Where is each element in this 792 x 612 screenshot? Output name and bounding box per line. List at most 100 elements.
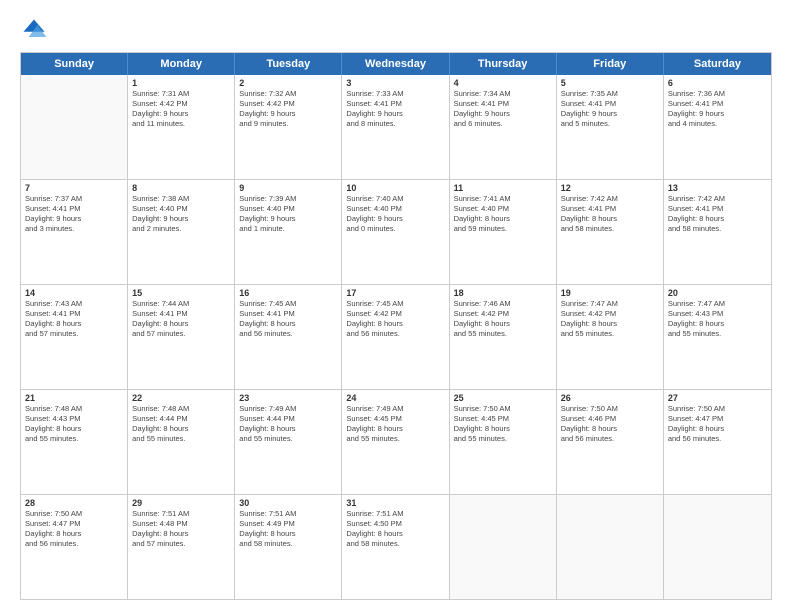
day-number: 13 bbox=[668, 183, 767, 193]
day-header-thursday: Thursday bbox=[450, 53, 557, 75]
logo bbox=[20, 16, 52, 44]
cell-line: Daylight: 9 hours bbox=[239, 214, 337, 224]
cell-line: and 9 minutes. bbox=[239, 119, 337, 129]
day-header-wednesday: Wednesday bbox=[342, 53, 449, 75]
cell-line: and 5 minutes. bbox=[561, 119, 659, 129]
day-number: 11 bbox=[454, 183, 552, 193]
cell-line: and 55 minutes. bbox=[132, 434, 230, 444]
cal-cell: 8Sunrise: 7:38 AMSunset: 4:40 PMDaylight… bbox=[128, 180, 235, 284]
cal-cell: 28Sunrise: 7:50 AMSunset: 4:47 PMDayligh… bbox=[21, 495, 128, 599]
day-number: 6 bbox=[668, 78, 767, 88]
cell-line: Sunset: 4:49 PM bbox=[239, 519, 337, 529]
cell-line: Sunrise: 7:31 AM bbox=[132, 89, 230, 99]
cell-line: Sunrise: 7:50 AM bbox=[25, 509, 123, 519]
cell-line: Sunset: 4:47 PM bbox=[25, 519, 123, 529]
cal-cell: 23Sunrise: 7:49 AMSunset: 4:44 PMDayligh… bbox=[235, 390, 342, 494]
cell-line: and 55 minutes. bbox=[668, 329, 767, 339]
week-row-3: 14Sunrise: 7:43 AMSunset: 4:41 PMDayligh… bbox=[21, 285, 771, 390]
day-header-friday: Friday bbox=[557, 53, 664, 75]
cal-cell bbox=[664, 495, 771, 599]
cell-line: Sunrise: 7:51 AM bbox=[132, 509, 230, 519]
cell-line: Sunrise: 7:51 AM bbox=[239, 509, 337, 519]
week-row-4: 21Sunrise: 7:48 AMSunset: 4:43 PMDayligh… bbox=[21, 390, 771, 495]
cal-cell: 26Sunrise: 7:50 AMSunset: 4:46 PMDayligh… bbox=[557, 390, 664, 494]
cell-line: and 8 minutes. bbox=[346, 119, 444, 129]
cell-line: and 56 minutes. bbox=[346, 329, 444, 339]
cell-line: Sunset: 4:42 PM bbox=[561, 309, 659, 319]
cell-line: and 55 minutes. bbox=[454, 434, 552, 444]
cell-line: Daylight: 8 hours bbox=[346, 319, 444, 329]
cell-line: Sunset: 4:41 PM bbox=[25, 309, 123, 319]
cell-line: Sunset: 4:42 PM bbox=[132, 99, 230, 109]
cell-line: Sunrise: 7:49 AM bbox=[239, 404, 337, 414]
cell-line: Sunset: 4:41 PM bbox=[132, 309, 230, 319]
cell-line: and 56 minutes. bbox=[561, 434, 659, 444]
cell-line: Daylight: 9 hours bbox=[561, 109, 659, 119]
cal-cell: 1Sunrise: 7:31 AMSunset: 4:42 PMDaylight… bbox=[128, 75, 235, 179]
cell-line: and 3 minutes. bbox=[25, 224, 123, 234]
cell-line: and 58 minutes. bbox=[561, 224, 659, 234]
cell-line: and 1 minute. bbox=[239, 224, 337, 234]
week-row-2: 7Sunrise: 7:37 AMSunset: 4:41 PMDaylight… bbox=[21, 180, 771, 285]
day-number: 2 bbox=[239, 78, 337, 88]
cell-line: Sunrise: 7:32 AM bbox=[239, 89, 337, 99]
cell-line: Daylight: 8 hours bbox=[25, 319, 123, 329]
cell-line: and 58 minutes. bbox=[239, 539, 337, 549]
cell-line: and 0 minutes. bbox=[346, 224, 444, 234]
cal-cell: 2Sunrise: 7:32 AMSunset: 4:42 PMDaylight… bbox=[235, 75, 342, 179]
day-header-saturday: Saturday bbox=[664, 53, 771, 75]
cal-cell: 24Sunrise: 7:49 AMSunset: 4:45 PMDayligh… bbox=[342, 390, 449, 494]
day-number: 20 bbox=[668, 288, 767, 298]
cell-line: Sunset: 4:42 PM bbox=[239, 99, 337, 109]
day-number: 26 bbox=[561, 393, 659, 403]
cell-line: Daylight: 8 hours bbox=[668, 424, 767, 434]
cell-line: Sunset: 4:42 PM bbox=[454, 309, 552, 319]
cell-line: Sunset: 4:44 PM bbox=[132, 414, 230, 424]
cell-line: and 55 minutes. bbox=[239, 434, 337, 444]
day-number: 9 bbox=[239, 183, 337, 193]
cell-line: Daylight: 8 hours bbox=[561, 424, 659, 434]
cal-cell bbox=[450, 495, 557, 599]
cell-line: Sunset: 4:41 PM bbox=[561, 99, 659, 109]
cell-line: and 55 minutes. bbox=[454, 329, 552, 339]
day-number: 3 bbox=[346, 78, 444, 88]
cell-line: and 55 minutes. bbox=[561, 329, 659, 339]
cell-line: Sunset: 4:41 PM bbox=[668, 99, 767, 109]
cell-line: Sunrise: 7:43 AM bbox=[25, 299, 123, 309]
calendar: SundayMondayTuesdayWednesdayThursdayFrid… bbox=[20, 52, 772, 600]
cell-line: Sunset: 4:41 PM bbox=[454, 99, 552, 109]
cal-cell: 5Sunrise: 7:35 AMSunset: 4:41 PMDaylight… bbox=[557, 75, 664, 179]
page: SundayMondayTuesdayWednesdayThursdayFrid… bbox=[0, 0, 792, 612]
cell-line: Sunset: 4:40 PM bbox=[239, 204, 337, 214]
cell-line: Sunrise: 7:47 AM bbox=[561, 299, 659, 309]
cell-line: Sunrise: 7:50 AM bbox=[454, 404, 552, 414]
cell-line: Sunset: 4:41 PM bbox=[346, 99, 444, 109]
cell-line: Daylight: 9 hours bbox=[132, 109, 230, 119]
cell-line: and 59 minutes. bbox=[454, 224, 552, 234]
cell-line: Daylight: 8 hours bbox=[454, 214, 552, 224]
cal-cell: 31Sunrise: 7:51 AMSunset: 4:50 PMDayligh… bbox=[342, 495, 449, 599]
cal-cell: 18Sunrise: 7:46 AMSunset: 4:42 PMDayligh… bbox=[450, 285, 557, 389]
day-number: 25 bbox=[454, 393, 552, 403]
cell-line: Sunset: 4:50 PM bbox=[346, 519, 444, 529]
day-number: 23 bbox=[239, 393, 337, 403]
day-number: 4 bbox=[454, 78, 552, 88]
calendar-header: SundayMondayTuesdayWednesdayThursdayFrid… bbox=[21, 53, 771, 75]
cal-cell: 20Sunrise: 7:47 AMSunset: 4:43 PMDayligh… bbox=[664, 285, 771, 389]
day-number: 24 bbox=[346, 393, 444, 403]
cell-line: and 58 minutes. bbox=[668, 224, 767, 234]
day-number: 18 bbox=[454, 288, 552, 298]
cell-line: and 56 minutes. bbox=[25, 539, 123, 549]
day-number: 7 bbox=[25, 183, 123, 193]
cell-line: Sunset: 4:40 PM bbox=[132, 204, 230, 214]
cell-line: Sunrise: 7:38 AM bbox=[132, 194, 230, 204]
cal-cell bbox=[21, 75, 128, 179]
cal-cell: 13Sunrise: 7:42 AMSunset: 4:41 PMDayligh… bbox=[664, 180, 771, 284]
day-number: 28 bbox=[25, 498, 123, 508]
cal-cell: 11Sunrise: 7:41 AMSunset: 4:40 PMDayligh… bbox=[450, 180, 557, 284]
day-number: 21 bbox=[25, 393, 123, 403]
cell-line: Sunrise: 7:51 AM bbox=[346, 509, 444, 519]
cell-line: and 56 minutes. bbox=[239, 329, 337, 339]
cell-line: Daylight: 8 hours bbox=[668, 214, 767, 224]
cell-line: Sunset: 4:48 PM bbox=[132, 519, 230, 529]
